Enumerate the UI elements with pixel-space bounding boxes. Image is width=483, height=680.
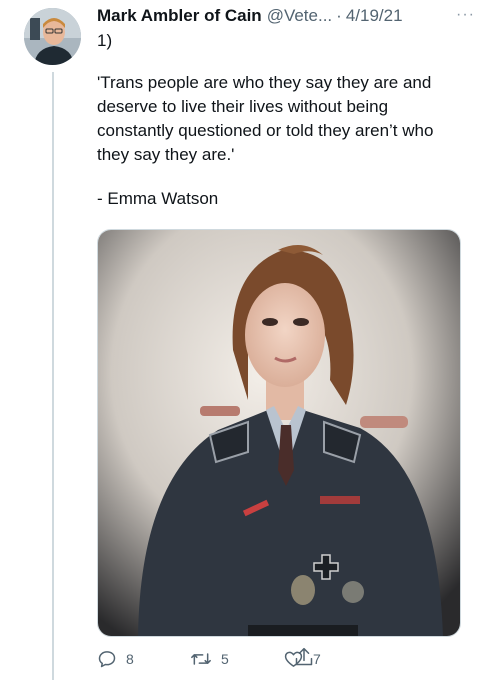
tweet-attribution: - Emma Watson (97, 189, 219, 208)
retweet-button[interactable]: 5 (190, 649, 283, 669)
avatar[interactable] (24, 8, 81, 65)
author-handle[interactable]: @Vete... (267, 6, 332, 26)
more-icon[interactable]: ··· (456, 6, 475, 24)
avatar-image (24, 8, 81, 65)
share-button[interactable] (294, 646, 387, 668)
tweet-text: 1) 'Trans people are who they say they a… (97, 29, 467, 211)
tweet-actions: 8 5 7 (97, 646, 461, 672)
reply-icon (98, 651, 116, 668)
tweet-number: 1) (97, 31, 113, 50)
header-separator: · (336, 6, 342, 25)
author-name[interactable]: Mark Ambler of Cain (97, 6, 262, 26)
tweet-header: Mark Ambler of Cain @Vete... · 4/19/21 ·… (97, 4, 475, 28)
retweet-icon (191, 653, 211, 665)
reply-count: 8 (126, 651, 134, 667)
share-icon (295, 647, 313, 666)
retweet-count: 5 (221, 651, 229, 667)
thread-line (52, 72, 54, 680)
reply-button[interactable]: 8 (97, 649, 190, 669)
tweet-media-photo[interactable] (97, 229, 461, 637)
tweet-quote: 'Trans people are who they say they are … (97, 73, 434, 164)
tweet-date[interactable]: 4/19/21 (346, 6, 403, 26)
